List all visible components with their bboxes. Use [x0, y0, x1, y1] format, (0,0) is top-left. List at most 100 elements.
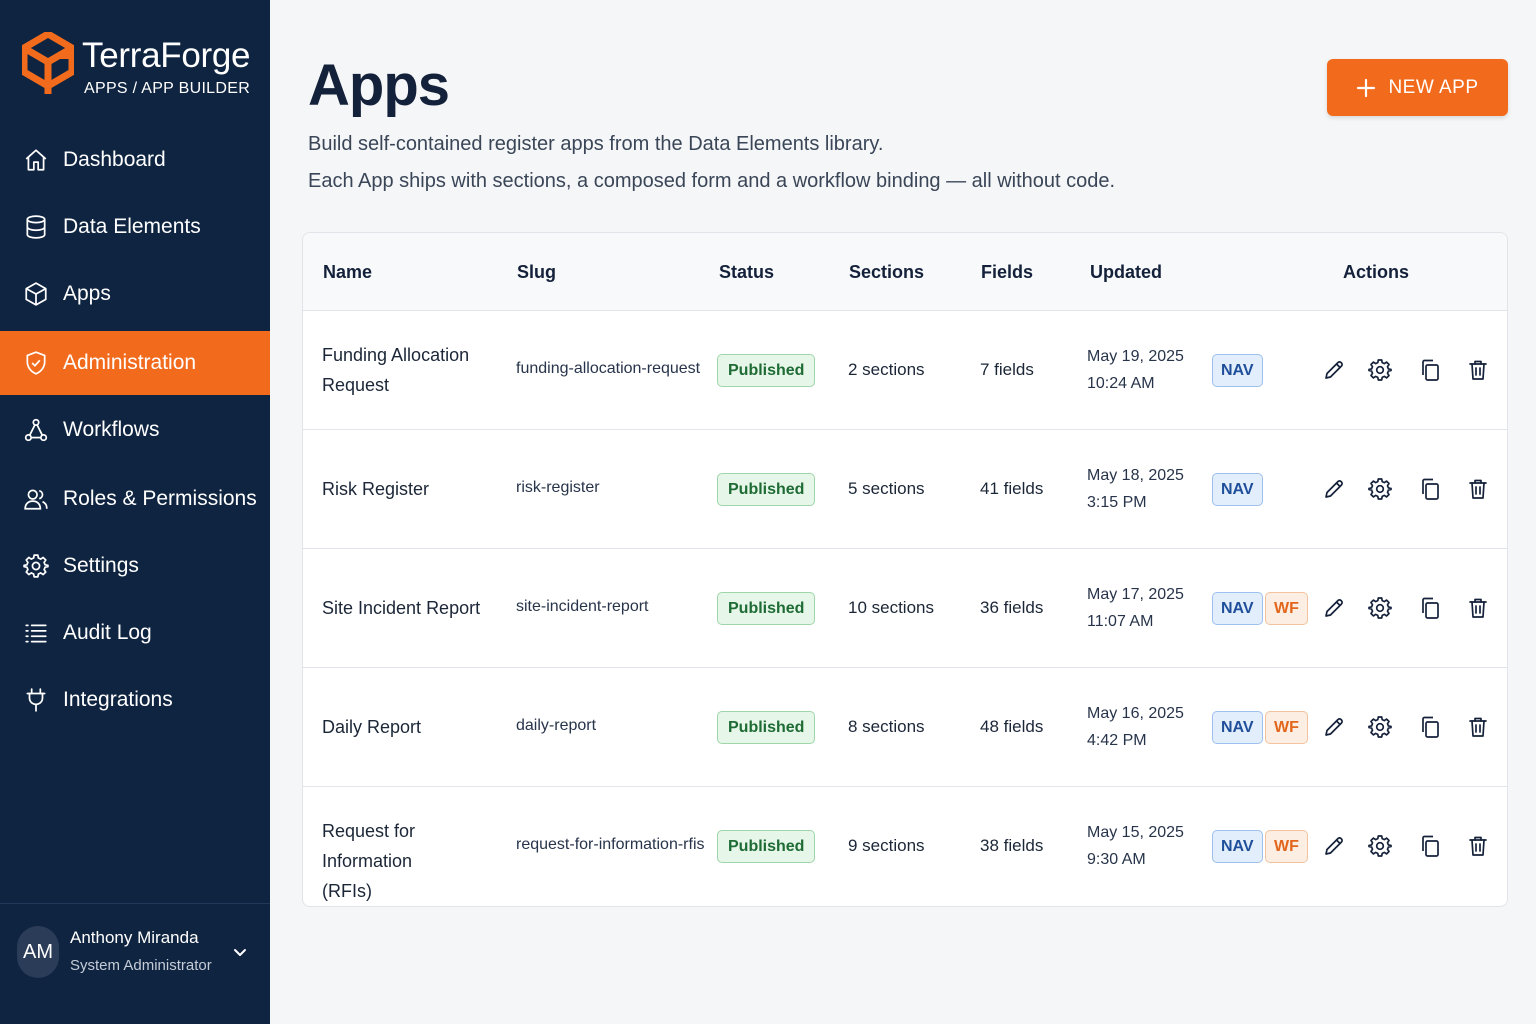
status-badge: Published: [717, 830, 816, 863]
sidebar-item-data-elements[interactable]: Data Elements: [0, 195, 270, 259]
new-app-button[interactable]: NEW APP: [1327, 59, 1508, 116]
duplicate-icon[interactable]: [1416, 832, 1444, 860]
fields-count: 38 fields: [980, 836, 1044, 855]
sidebar-item-settings[interactable]: Settings: [0, 534, 270, 598]
nav-tag: NAV: [1212, 711, 1263, 744]
app-name[interactable]: Request for Information (RFIs): [322, 816, 492, 906]
app-slug: site-incident-report: [516, 598, 649, 615]
sections-count: 5 sections: [848, 479, 925, 498]
fields-count: 7 fields: [980, 360, 1034, 379]
sidebar-item-label: Integrations: [63, 688, 173, 711]
sections-count: 10 sections: [848, 598, 934, 617]
users-icon: [22, 485, 50, 513]
avatar: AM: [17, 926, 59, 978]
duplicate-icon[interactable]: [1416, 713, 1444, 741]
sidebar-item-label: Roles & Permissions: [63, 487, 257, 510]
cube-icon: [22, 280, 50, 308]
app-slug: risk-register: [516, 479, 600, 496]
app-slug: funding-allocation-request: [516, 360, 701, 377]
column-header-actions: Actions: [1343, 262, 1410, 282]
sidebar-item-label: Administration: [63, 351, 197, 374]
gear-icon: [22, 552, 50, 580]
app-slug: daily-report: [516, 717, 597, 734]
app-name-line-1: Request for Information: [322, 821, 416, 871]
user-name: Anthony Miranda: [70, 928, 199, 947]
gear-icon[interactable]: [1366, 832, 1394, 860]
delete-icon[interactable]: [1464, 594, 1492, 622]
edit-icon[interactable]: [1320, 356, 1348, 384]
status-badge: Published: [717, 473, 816, 506]
duplicate-icon[interactable]: [1416, 594, 1444, 622]
delete-icon[interactable]: [1464, 475, 1492, 503]
updated-time: 11:07 AM: [1087, 613, 1154, 630]
edit-icon[interactable]: [1320, 475, 1348, 503]
page-title: Apps: [308, 53, 450, 118]
app-slug: request-for-information-rfis: [516, 836, 705, 853]
edit-icon[interactable]: [1320, 713, 1348, 741]
sidebar-item-label: Workflows: [63, 418, 160, 441]
app-name[interactable]: Site Incident Report: [322, 593, 492, 623]
status-badge: Published: [717, 354, 816, 387]
user-profile[interactable]: AM Anthony Miranda System Administrator: [0, 903, 270, 1024]
delete-icon[interactable]: [1464, 832, 1492, 860]
delete-icon[interactable]: [1464, 713, 1492, 741]
edit-icon[interactable]: [1320, 594, 1348, 622]
updated-time: 3:15 PM: [1087, 494, 1147, 511]
table-row[interactable]: Risk Register risk-register Published 5 sec…: [303, 430, 1507, 549]
chevron-down-icon[interactable]: [230, 942, 250, 962]
app-name[interactable]: Daily Report: [322, 712, 492, 742]
sidebar-item-workflows[interactable]: Workflows: [0, 398, 270, 462]
updated-timestamp: May 16, 2025 4:42 PM: [1087, 700, 1184, 754]
nav-tag: NAV: [1212, 473, 1263, 506]
terraforge-logo-icon: [22, 32, 74, 94]
sidebar-item-integrations[interactable]: Integrations: [0, 668, 270, 732]
fields-count: 36 fields: [980, 598, 1044, 617]
column-header-name: Name: [323, 262, 373, 282]
sidebar-item-audit-log[interactable]: Audit Log: [0, 601, 270, 665]
updated-timestamp: May 19, 2025 10:24 AM: [1087, 343, 1184, 397]
gear-icon[interactable]: [1366, 356, 1394, 384]
table-row[interactable]: Site Incident Report site-incident-report…: [303, 549, 1507, 668]
updated-date: May 16, 2025: [1087, 705, 1184, 722]
plug-icon: [22, 686, 50, 714]
delete-icon[interactable]: [1464, 356, 1492, 384]
sidebar-item-administration[interactable]: Administration: [0, 331, 270, 395]
database-icon: [22, 213, 50, 241]
home-icon: [22, 146, 50, 174]
nav-tag: NAV: [1212, 830, 1263, 863]
sidebar: TerraForge APPS / APP BUILDER Dashboard …: [0, 0, 270, 1024]
updated-date: May 18, 2025: [1087, 467, 1184, 484]
updated-time: 4:42 PM: [1087, 732, 1147, 749]
wf-tag: WF: [1265, 592, 1308, 625]
app-name[interactable]: Funding Allocation Request: [322, 340, 492, 400]
page-subtitle-line-1: Build self-contained register apps from …: [308, 133, 884, 155]
wf-tag: WF: [1265, 830, 1308, 863]
nav-tag: NAV: [1212, 354, 1263, 387]
edit-icon[interactable]: [1320, 832, 1348, 860]
column-header-fields: Fields: [981, 262, 1034, 282]
sidebar-item-apps[interactable]: Apps: [0, 262, 270, 326]
app-name[interactable]: Risk Register: [322, 474, 492, 504]
gear-icon[interactable]: [1366, 594, 1394, 622]
workflow-icon: [22, 416, 50, 444]
status-badge: Published: [717, 592, 816, 625]
sidebar-item-roles-permissions[interactable]: Roles & Permissions: [0, 467, 270, 531]
sections-count: 8 sections: [848, 717, 925, 736]
gear-icon[interactable]: [1366, 713, 1394, 741]
updated-date: May 15, 2025: [1087, 824, 1184, 841]
brand-subtitle: APPS / APP BUILDER: [84, 80, 251, 97]
gear-icon[interactable]: [1366, 475, 1394, 503]
sidebar-item-dashboard[interactable]: Dashboard: [0, 128, 270, 192]
sections-count: 2 sections: [848, 360, 925, 379]
table-row[interactable]: Funding Allocation Request funding-allocat…: [303, 311, 1507, 430]
app-name-line-1: Site Incident Report: [322, 598, 481, 618]
duplicate-icon[interactable]: [1416, 356, 1444, 384]
table-row[interactable]: Daily Report daily-report Published 8 secti…: [303, 668, 1507, 787]
list-icon: [22, 619, 50, 647]
brand[interactable]: TerraForge APPS / APP BUILDER: [22, 32, 262, 104]
table-row[interactable]: Request for Information (RFIs) request-for…: [303, 787, 1507, 906]
app-name-line-1: Risk Register: [322, 479, 430, 499]
app-name-line-2: Request: [322, 375, 390, 395]
sidebar-item-label: Data Elements: [63, 215, 201, 238]
duplicate-icon[interactable]: [1416, 475, 1444, 503]
